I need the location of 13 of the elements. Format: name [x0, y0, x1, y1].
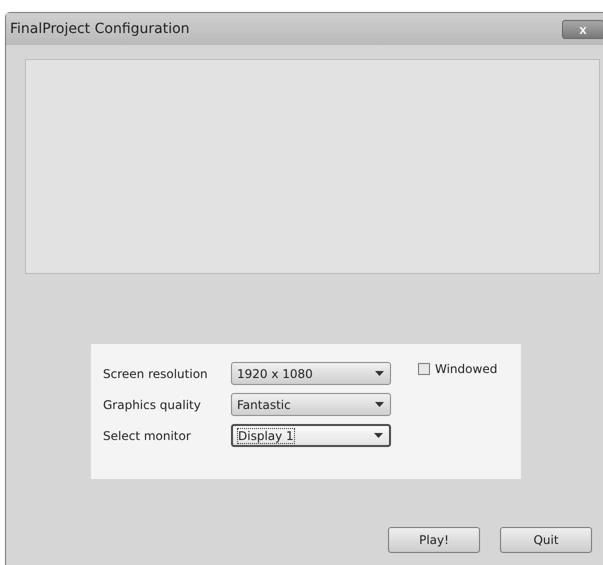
play-button[interactable]: Play!	[388, 527, 480, 553]
caret-icon	[374, 433, 383, 438]
caret-icon	[375, 371, 384, 376]
windowed-checkbox[interactable]: Windowed	[418, 362, 498, 376]
dropdown[interactable]: Fantastic	[231, 393, 391, 416]
caret-icon	[375, 402, 384, 407]
setting-label: Select monitor	[103, 428, 192, 442]
dropdown[interactable]: Display 1	[231, 424, 391, 447]
setting-label: Screen resolution	[103, 366, 209, 380]
dropdown[interactable]: 1920 x 1080	[231, 362, 391, 385]
window-title: FinalProject Configuration	[10, 21, 190, 37]
quit-button[interactable]: Quit	[500, 527, 592, 553]
setting-label: Graphics quality	[103, 398, 202, 412]
